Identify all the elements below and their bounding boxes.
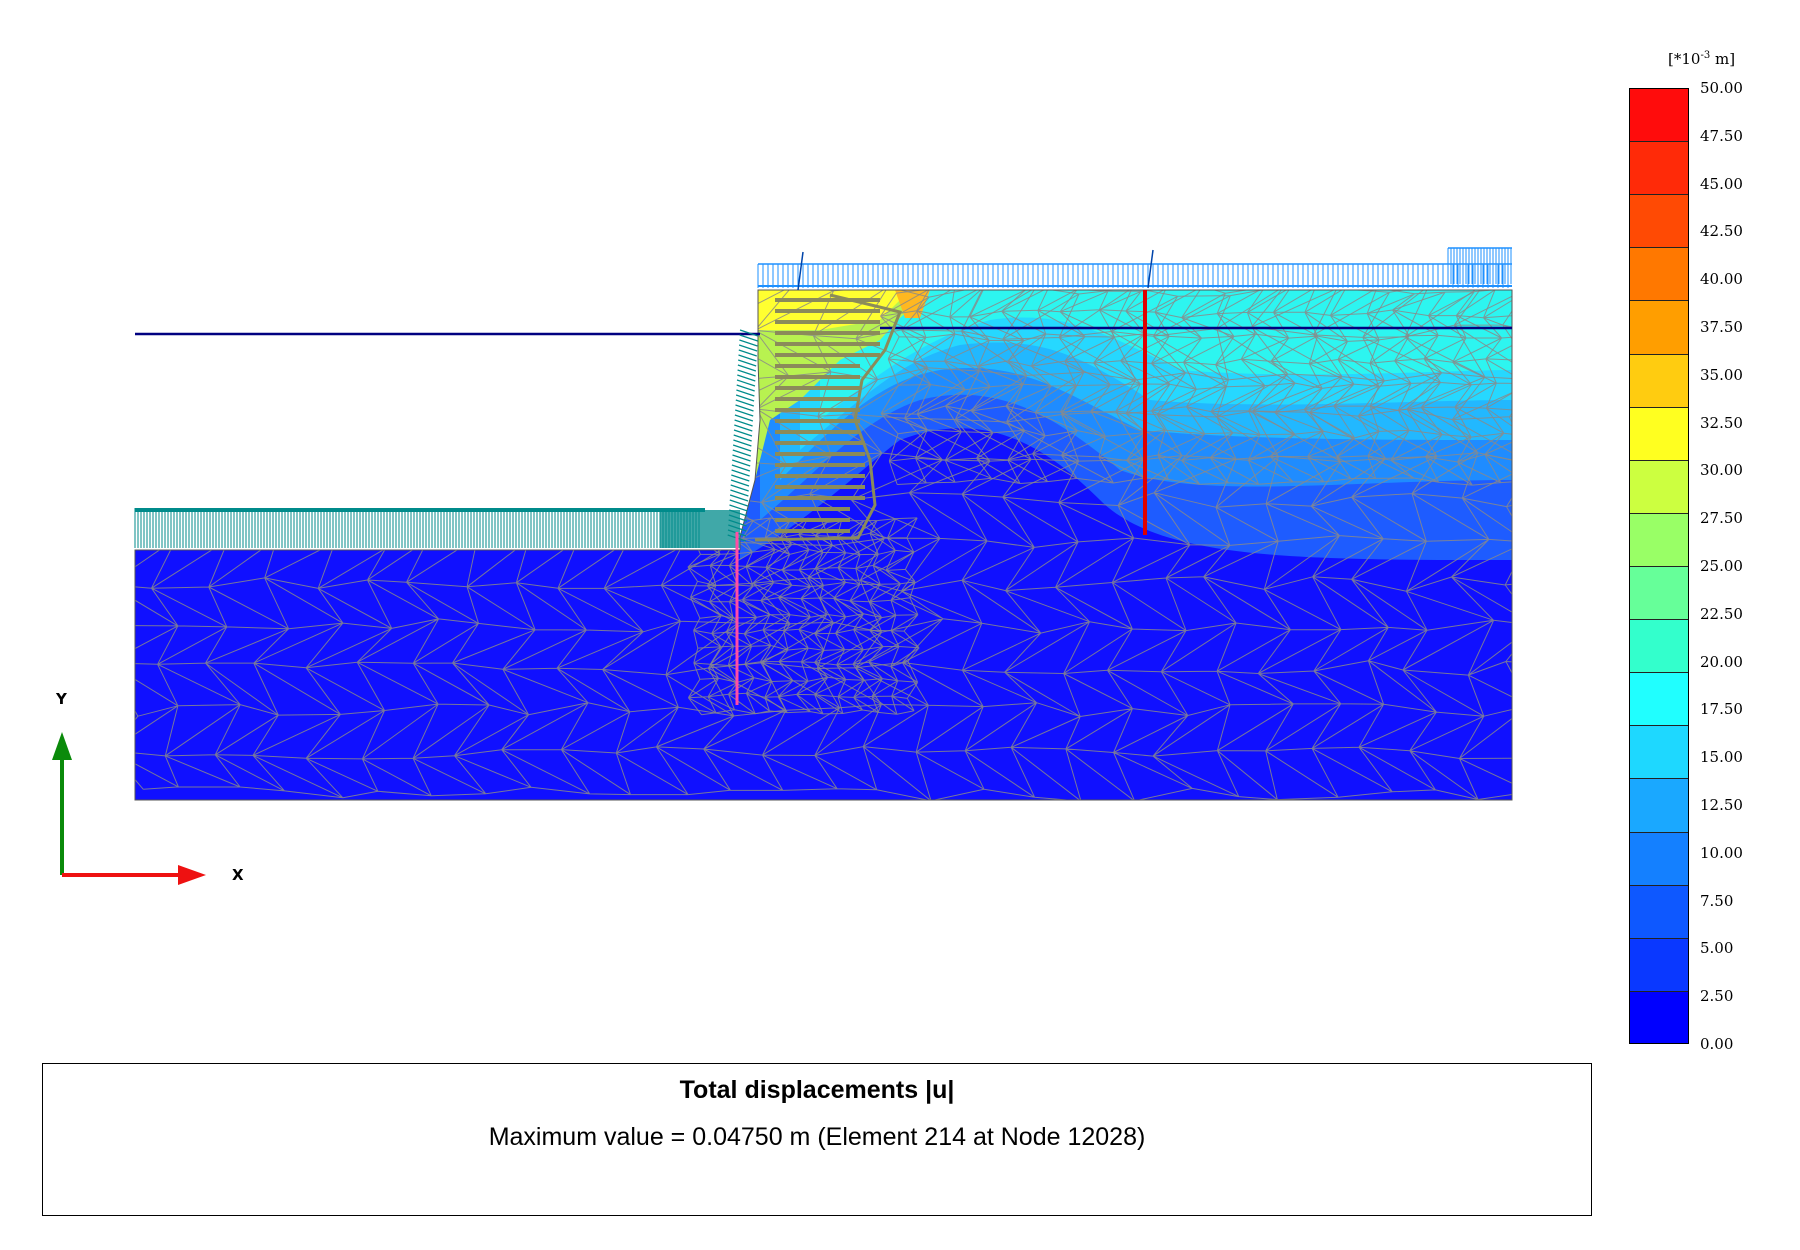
legend-swatch [1630, 460, 1688, 514]
legend-tick-label: 32.50 [1700, 413, 1743, 432]
legend-swatch [1630, 991, 1688, 1043]
legend-tick-label: 15.00 [1700, 748, 1743, 767]
legend-tick-label: 47.50 [1700, 126, 1743, 145]
legend-swatch [1630, 832, 1688, 886]
legend-tick-label: 25.00 [1700, 557, 1743, 575]
legend-tick-label: 20.00 [1700, 652, 1743, 671]
legend-tick-label: 12.50 [1700, 796, 1743, 814]
legend-unit: [*10-3 m] [1668, 50, 1736, 68]
legend-swatch [1630, 885, 1688, 939]
legend-swatch [1630, 673, 1688, 727]
legend-swatch [1630, 779, 1688, 833]
surface-load [757, 247, 1512, 291]
legend-swatch [1630, 407, 1688, 461]
legend-tick-label: 42.50 [1700, 222, 1743, 241]
legend-tick-label: 50.00 [1700, 79, 1743, 97]
legend-swatch [1630, 726, 1688, 780]
legend-tick-label: 40.00 [1700, 270, 1743, 289]
anchor-hatch [134, 329, 759, 548]
legend-tick-label: 17.50 [1700, 700, 1743, 719]
legend-swatch [1630, 301, 1688, 355]
legend-swatch [1630, 938, 1688, 992]
legend-tick-label: 37.50 [1700, 318, 1743, 336]
legend-tick-label: 10.00 [1700, 843, 1743, 862]
x-axis-label: X [232, 866, 244, 884]
legend-tick-label: 0.00 [1700, 1035, 1734, 1053]
legend-colorbar [1629, 88, 1689, 1044]
result-title: Total displacements |u| [679, 1076, 955, 1104]
y-axis-label: Y [56, 690, 67, 708]
legend-tick-label: 22.50 [1700, 604, 1743, 623]
legend-swatch [1630, 142, 1688, 196]
legend-tick-label: 35.00 [1700, 365, 1743, 384]
legend-tick-label: 2.50 [1700, 987, 1734, 1006]
result-info-box: Total displacements |u| Maximum value = … [42, 1063, 1592, 1216]
legend-tick-label: 5.00 [1700, 939, 1734, 958]
result-max-value: Maximum value = 0.04750 m (Element 214 a… [488, 1123, 1146, 1151]
legend-tick-label: 7.50 [1700, 891, 1734, 910]
model-canvas [52, 247, 1513, 885]
legend-swatch [1630, 248, 1688, 302]
legend-swatch [1630, 89, 1688, 143]
legend-tick-label: 27.50 [1700, 509, 1743, 528]
legend-swatch [1630, 620, 1688, 674]
legend-swatch [1630, 567, 1688, 621]
legend-swatch [1630, 354, 1688, 408]
legend-swatch [1630, 513, 1688, 567]
legend-tick-label: 30.00 [1700, 461, 1743, 480]
legend-tick-label: 45.00 [1700, 174, 1743, 193]
legend-swatch [1630, 195, 1688, 249]
